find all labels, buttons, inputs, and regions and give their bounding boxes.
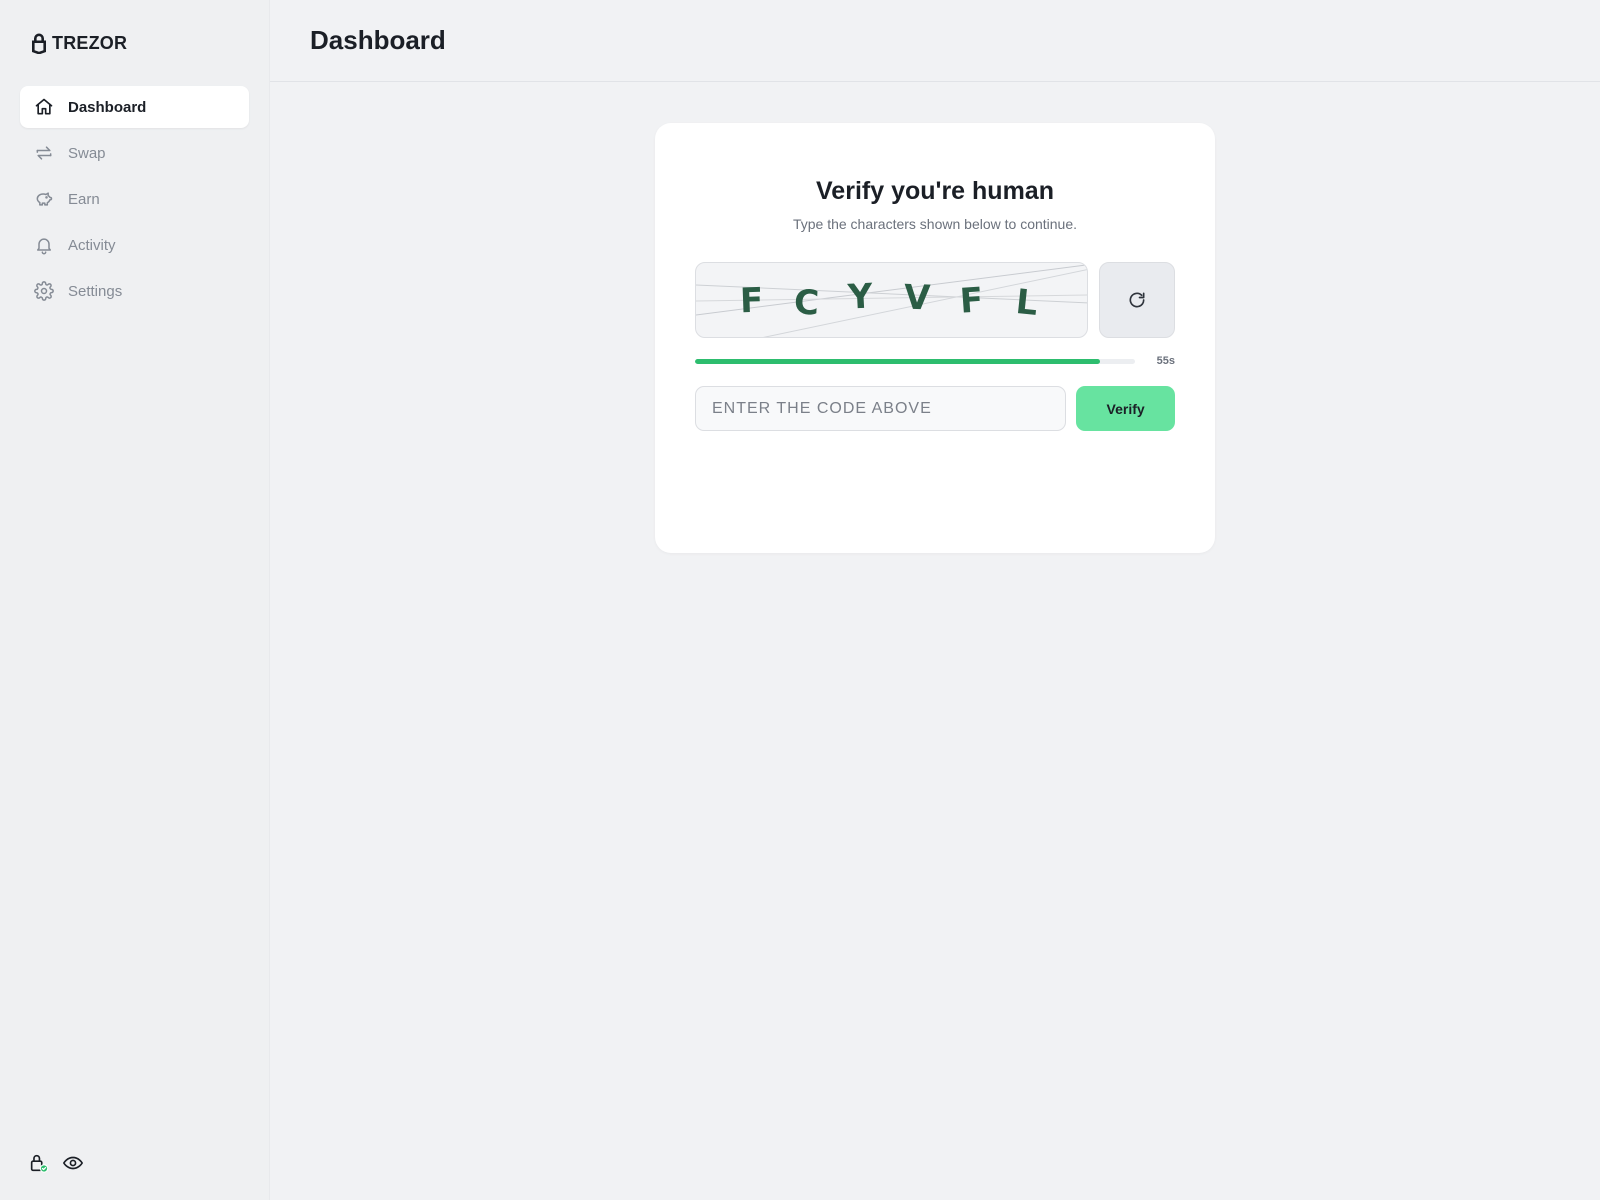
captcha-char: F [739, 280, 764, 322]
input-row: Verify [695, 386, 1175, 431]
captcha-row: FCYVFL [695, 262, 1175, 338]
sidebar-item-earn[interactable]: Earn [20, 178, 249, 220]
captcha-subtitle: Type the characters shown below to conti… [792, 216, 1078, 232]
captcha-image: FCYVFL [695, 262, 1089, 338]
lock-check-icon[interactable] [28, 1152, 50, 1174]
refresh-button[interactable] [1099, 262, 1175, 338]
brand-name: TREZOR [52, 32, 128, 53]
sidebar-nav: Dashboard Swap Earn Activity Settings [20, 86, 249, 312]
trezor-logo-icon [32, 33, 46, 54]
sidebar-item-dashboard[interactable]: Dashboard [20, 86, 249, 128]
app-window: TREZOR Dashboard Swap Earn Activity Sett… [0, 0, 1600, 1200]
captcha-char: Y [846, 276, 874, 318]
page-title: Dashboard [310, 25, 446, 55]
bell-icon [34, 235, 54, 255]
eye-icon[interactable] [62, 1152, 84, 1174]
refresh-icon [1129, 292, 1145, 308]
home-icon [34, 97, 54, 117]
timer-label: 55s [1156, 355, 1175, 367]
page-header: Dashboard [270, 0, 1600, 82]
captcha-title: Verify you're human [816, 177, 1054, 205]
captcha-code-input[interactable] [695, 386, 1067, 431]
sidebar-item-swap[interactable]: Swap [20, 132, 249, 174]
swap-arrows-icon [34, 143, 54, 163]
sidebar-footer [28, 1152, 84, 1174]
piggy-bank-icon [34, 189, 54, 209]
timer-progress-fill [695, 358, 1100, 364]
captcha-characters: FCYVFL [696, 263, 1087, 337]
timer-progress-track [695, 358, 1135, 364]
sidebar-item-label: Activity [68, 236, 116, 254]
sidebar-item-label: Settings [68, 282, 123, 300]
brand-logo: TREZOR [20, 0, 249, 86]
sidebar-item-label: Earn [68, 190, 100, 208]
sidebar-item-activity[interactable]: Activity [20, 224, 249, 266]
verify-button[interactable]: Verify [1076, 386, 1175, 431]
captcha-char: C [792, 282, 820, 324]
timer-row: 55s [695, 355, 1175, 367]
sidebar-item-settings[interactable]: Settings [20, 270, 249, 312]
gear-icon [34, 281, 54, 301]
sidebar-item-label: Dashboard [68, 98, 147, 116]
main-content: Dashboard Verify you're human Type the c… [270, 0, 1600, 1200]
captcha-char: V [903, 277, 932, 319]
sidebar: TREZOR Dashboard Swap Earn Activity Sett… [0, 0, 270, 1200]
sidebar-item-label: Swap [68, 144, 106, 162]
captcha-card: Verify you're human Type the characters … [655, 123, 1215, 553]
captcha-char: L [1013, 281, 1040, 325]
captcha-char: F [958, 280, 985, 322]
